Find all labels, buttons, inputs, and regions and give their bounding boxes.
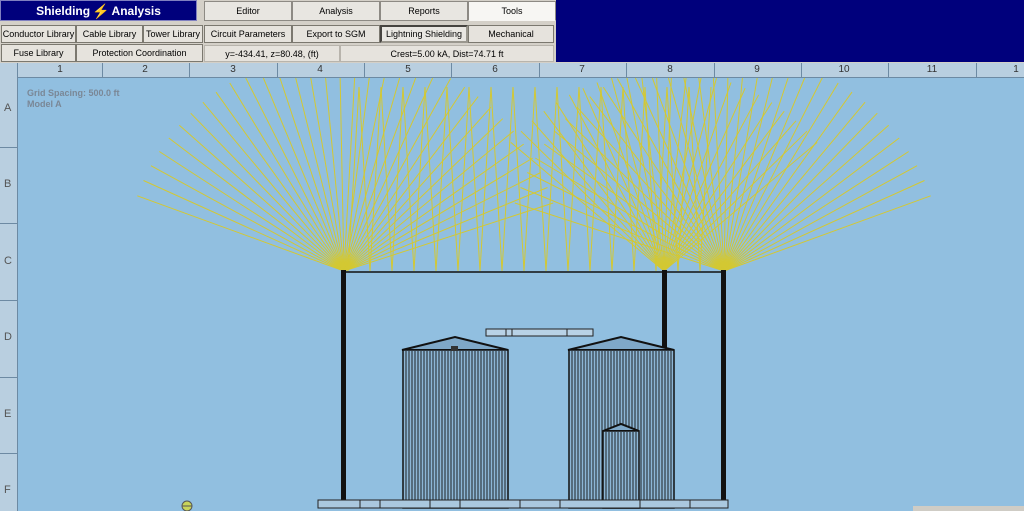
ruler-col-label: 10 bbox=[838, 64, 850, 75]
ruler-tick bbox=[0, 453, 17, 454]
ruler-tick bbox=[0, 147, 17, 148]
ruler-row-label: B bbox=[4, 178, 12, 190]
origin-marker-icon[interactable] bbox=[181, 500, 193, 511]
ruler-col-label: 3 bbox=[230, 64, 236, 75]
ruler-col-label: 11 bbox=[926, 64, 938, 75]
circuit-parameters-button[interactable]: Circuit Parameters bbox=[204, 25, 292, 43]
tower-library-button[interactable]: Tower Library bbox=[143, 25, 203, 43]
ruler-row-label: A bbox=[4, 102, 12, 114]
substation-structure bbox=[317, 270, 729, 509]
ruler-col-label: 6 bbox=[492, 64, 498, 75]
ruler-col-label: 9 bbox=[754, 64, 760, 75]
app-title: Shielding ⚡ Analysis bbox=[0, 0, 197, 21]
app-title-part2: Analysis bbox=[111, 3, 161, 18]
tab-analysis[interactable]: Analysis bbox=[292, 1, 380, 21]
ruler-row-label: F bbox=[4, 484, 11, 496]
lightning-bolt-icon: ⚡ bbox=[92, 2, 110, 19]
ruler-tick bbox=[189, 63, 190, 77]
ruler-vertical: A B C D E F bbox=[0, 63, 18, 511]
tank-left bbox=[401, 335, 509, 509]
model-label: Model A bbox=[27, 99, 62, 109]
cable-library-button[interactable]: Cable Library bbox=[76, 25, 143, 43]
ruler-tick bbox=[364, 63, 365, 77]
ruler-tick bbox=[277, 63, 278, 77]
ruler-tick bbox=[0, 300, 17, 301]
tab-tools[interactable]: Tools bbox=[468, 1, 556, 21]
export-sgm-button[interactable]: Export to SGM bbox=[292, 25, 380, 43]
tab-reports[interactable]: Reports bbox=[380, 1, 468, 21]
shielding-drawing bbox=[137, 63, 931, 511]
lightning-shielding-button[interactable]: Lightning Shielding bbox=[380, 25, 468, 43]
ruler-col-label: 8 bbox=[667, 64, 673, 75]
ruler-col-label: 4 bbox=[317, 64, 323, 75]
app-title-part1: Shielding bbox=[36, 3, 91, 18]
ruler-row-label: E bbox=[4, 408, 12, 420]
ruler-tick bbox=[626, 63, 627, 77]
mechanical-button[interactable]: Mechanical bbox=[468, 25, 554, 43]
ruler-tick bbox=[714, 63, 715, 77]
ruler-col-label: 5 bbox=[405, 64, 411, 75]
ruler-tick bbox=[976, 63, 977, 77]
fuse-library-button[interactable]: Fuse Library bbox=[1, 44, 76, 62]
ruler-tick bbox=[801, 63, 802, 77]
tab-editor[interactable]: Editor bbox=[204, 1, 292, 21]
ruler-tick bbox=[539, 63, 540, 77]
horizontal-scrollbar[interactable] bbox=[913, 506, 1024, 511]
ruler-tick bbox=[102, 63, 103, 77]
mast-left bbox=[341, 270, 346, 508]
ruler-col-label: 2 bbox=[142, 64, 148, 75]
strike-rays bbox=[137, 63, 931, 272]
ruler-tick bbox=[451, 63, 452, 77]
crest-distance-readout: Crest=5.00 kA, Dist=74.71 ft bbox=[340, 45, 554, 62]
ruler-col-label: 1 bbox=[57, 64, 63, 75]
ruler-col-label: 1 bbox=[1013, 64, 1019, 75]
ruler-tick bbox=[888, 63, 889, 77]
conductor-library-button[interactable]: Conductor Library bbox=[1, 25, 76, 43]
ruler-horizontal: 1 2 3 4 5 6 7 8 9 10 11 1 bbox=[0, 63, 1024, 78]
ruler-col-label: 7 bbox=[579, 64, 585, 75]
ruler-row-label: D bbox=[4, 331, 12, 343]
grid-spacing-label: Grid Spacing: 500.0 ft bbox=[27, 88, 120, 98]
header-filler bbox=[556, 0, 1024, 62]
coordinates-readout: y=-434.41, z=80.48, (ft) bbox=[204, 45, 340, 62]
ruler-tick bbox=[0, 223, 17, 224]
protection-coordination-button[interactable]: Protection Coordination bbox=[76, 44, 203, 62]
tank-small bbox=[602, 422, 640, 509]
grid-info: Grid Spacing: 500.0 ft Model A bbox=[27, 88, 120, 110]
ruler-tick bbox=[0, 377, 17, 378]
ruler-row-label: C bbox=[4, 255, 12, 267]
drawing-canvas[interactable]: 1 2 3 4 5 6 7 8 9 10 11 1 ABCDEF Grid Spacing: 500.… bbox=[0, 63, 1024, 511]
mast-right bbox=[721, 270, 726, 508]
